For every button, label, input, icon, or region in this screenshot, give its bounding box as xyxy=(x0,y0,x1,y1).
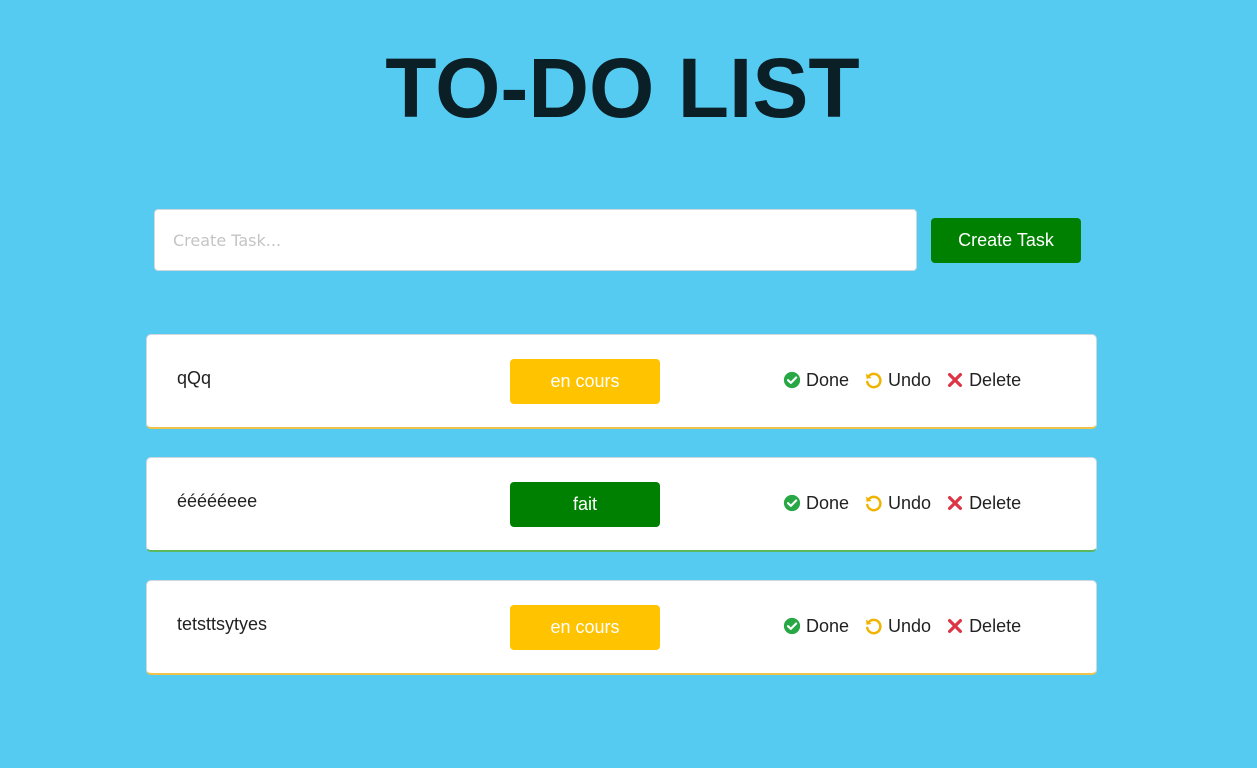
task-card: éééééeee fait Done Undo Delete xyxy=(146,457,1097,552)
done-action[interactable]: Done xyxy=(783,493,849,514)
check-circle-icon xyxy=(783,494,801,512)
done-label: Done xyxy=(806,369,850,390)
task-list: qQq en cours Done Undo Delete éééééeee f… xyxy=(146,334,1097,703)
delete-label: Delete xyxy=(969,369,1022,390)
task-actions: Done Undo Delete xyxy=(783,492,1036,514)
check-circle-icon xyxy=(783,371,801,389)
delete-label: Delete xyxy=(969,615,1022,636)
done-label: Done xyxy=(806,492,850,513)
undo-label: Undo xyxy=(888,615,932,636)
status-badge[interactable]: en cours xyxy=(510,359,660,404)
undo-action[interactable]: Undo xyxy=(864,493,931,514)
undo-label: Undo xyxy=(888,492,932,513)
create-task-button[interactable]: Create Task xyxy=(931,218,1081,263)
page-title: TO-DO LIST xyxy=(385,41,860,135)
task-name: éééééeee xyxy=(177,491,258,511)
done-action[interactable]: Done xyxy=(783,370,849,391)
delete-action[interactable]: Delete xyxy=(946,616,1021,637)
undo-icon xyxy=(866,618,882,634)
status-badge[interactable]: en cours xyxy=(510,605,660,650)
status-badge[interactable]: fait xyxy=(510,482,660,527)
task-actions: Done Undo Delete xyxy=(783,369,1036,391)
check-circle-icon xyxy=(783,617,801,635)
task-actions: Done Undo Delete xyxy=(783,615,1036,637)
x-icon xyxy=(948,618,963,634)
x-icon xyxy=(948,495,963,511)
create-task-input[interactable] xyxy=(154,209,917,271)
undo-action[interactable]: Undo xyxy=(864,370,931,391)
delete-action[interactable]: Delete xyxy=(946,493,1021,514)
undo-label: Undo xyxy=(888,369,932,390)
undo-icon xyxy=(866,495,882,511)
undo-icon xyxy=(866,372,882,388)
delete-action[interactable]: Delete xyxy=(946,370,1021,391)
done-label: Done xyxy=(806,615,850,636)
delete-label: Delete xyxy=(969,492,1022,513)
task-card: tetsttsytyes en cours Done Undo Delete xyxy=(146,580,1097,675)
done-action[interactable]: Done xyxy=(783,616,849,637)
task-card: qQq en cours Done Undo Delete xyxy=(146,334,1097,429)
task-name: qQq xyxy=(177,368,212,388)
undo-action[interactable]: Undo xyxy=(864,616,931,637)
task-name: tetsttsytyes xyxy=(177,614,268,634)
x-icon xyxy=(948,372,963,388)
